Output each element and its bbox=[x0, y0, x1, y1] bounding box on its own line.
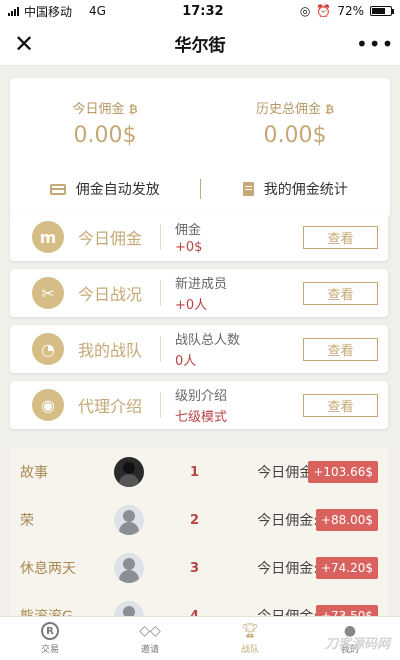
feature-info-value: 0人 bbox=[175, 354, 197, 369]
commission-badge: +103.66$ bbox=[308, 461, 378, 483]
trophy-icon: 🏆︎ bbox=[241, 623, 259, 639]
rank-number: 2 bbox=[190, 512, 200, 528]
view-button[interactable]: 查看 bbox=[303, 281, 378, 305]
battery-fill bbox=[371, 8, 385, 14]
tab-label: 交易 bbox=[40, 645, 59, 655]
commission-badge: +74.20$ bbox=[315, 557, 378, 579]
feature-info-value: 七级模式 bbox=[175, 410, 228, 425]
view-button[interactable]: 查看 bbox=[303, 225, 378, 249]
tab-label: 邀请 bbox=[140, 645, 159, 655]
history-commission-header: 历史总佣金 ₿ bbox=[200, 98, 390, 117]
commission-label: 今日佣金: bbox=[257, 513, 318, 529]
feature-info-label: 佣金 bbox=[175, 223, 202, 238]
list-item[interactable]: 故事 1 今日佣金: +103.66$ bbox=[10, 448, 388, 496]
rank-number: 3 bbox=[190, 560, 200, 576]
commission-badge: +88.00$ bbox=[315, 509, 378, 531]
divider bbox=[160, 336, 161, 362]
feature-title: 代理介绍 bbox=[78, 397, 143, 416]
today-commission-header: 今日佣金 ₿ bbox=[10, 98, 200, 117]
member-name: 荣 bbox=[20, 513, 34, 529]
close-icon[interactable]: ✕ bbox=[14, 30, 44, 58]
carrier-name: 中国移动 bbox=[24, 4, 73, 19]
tab-invite[interactable]: ◇◇ 邀请 bbox=[100, 617, 200, 660]
view-button[interactable]: 查看 bbox=[303, 337, 378, 361]
commission-label: 今日佣金: bbox=[257, 561, 318, 577]
auto-payout-label: 佣金自动发放 bbox=[75, 182, 160, 198]
history-commission-value: 0.00$ bbox=[263, 123, 327, 148]
pie-chart-icon: ◔ bbox=[32, 333, 64, 365]
orientation-lock-icon: ◎ bbox=[299, 4, 311, 18]
feature-title: 今日佣金 bbox=[78, 229, 143, 248]
view-button[interactable]: 查看 bbox=[303, 393, 378, 417]
rank-number: 1 bbox=[190, 464, 200, 480]
commission-summary-card: 今日佣金 ₿ 0.00$ 历史总佣金 ₿ 0.00$ 佣金自动发放 我的佣金统计 bbox=[10, 78, 390, 218]
status-time: 17:32 bbox=[182, 3, 224, 19]
list-item[interactable]: 休息两天 3 今日佣金: +74.20$ bbox=[10, 544, 388, 592]
divider bbox=[160, 224, 161, 250]
commission-m-icon: m bbox=[32, 221, 64, 253]
avatar bbox=[114, 457, 144, 487]
today-commission-block: 今日佣金 ₿ 0.00$ bbox=[10, 78, 200, 160]
feature-title: 我的战队 bbox=[78, 341, 143, 360]
feature-card-my-team: ◔ 我的战队 战队总人数 0人 查看 bbox=[10, 325, 388, 373]
feature-info: 佣金 +0$ bbox=[175, 219, 273, 255]
feature-info-label: 级别介绍 bbox=[175, 389, 228, 404]
list-item[interactable]: 熊滚滚G.. 4 今日佣金: +73.50$ bbox=[10, 592, 388, 618]
link-icon: ◇◇ bbox=[139, 623, 161, 639]
feature-info-label: 新进成员 bbox=[175, 277, 228, 292]
battery-percent: 72% bbox=[337, 4, 364, 18]
divider bbox=[160, 392, 161, 418]
network-type: 4G bbox=[89, 4, 106, 18]
document-icon bbox=[242, 182, 254, 196]
registered-icon: R bbox=[41, 622, 59, 640]
commission-stats-label: 我的佣金统计 bbox=[263, 182, 348, 198]
summary-top: 今日佣金 ₿ 0.00$ 历史总佣金 ₿ 0.00$ bbox=[10, 78, 390, 160]
page-title: 华尔街 bbox=[174, 36, 226, 56]
tab-team[interactable]: 🏆︎ 战队 bbox=[200, 617, 300, 660]
globe-icon: ◉ bbox=[32, 389, 64, 421]
auto-payout-link[interactable]: 佣金自动发放 bbox=[10, 179, 200, 199]
feature-card-today-battle: ✂ 今日战况 新进成员 +0人 查看 bbox=[10, 269, 388, 317]
bitcoin-icon: ₿ bbox=[325, 103, 335, 116]
avatar bbox=[114, 505, 144, 535]
feature-info: 级别介绍 七级模式 bbox=[175, 385, 273, 425]
credit-card-icon bbox=[49, 183, 66, 195]
feature-info: 新进成员 +0人 bbox=[175, 273, 273, 313]
tab-trade[interactable]: R 交易 bbox=[0, 617, 100, 660]
tab-label: 战队 bbox=[240, 645, 259, 655]
status-right: ◎ ⏰ 72% bbox=[299, 4, 394, 18]
feature-card-agent-intro: ◉ 代理介绍 级别介绍 七级模式 查看 bbox=[10, 381, 388, 429]
today-commission-label: 今日佣金 bbox=[72, 102, 125, 117]
feature-title: 今日战况 bbox=[78, 285, 143, 304]
battery-icon bbox=[369, 6, 394, 16]
watermark: 刀客源码网 bbox=[324, 637, 390, 652]
commission-stats-link[interactable]: 我的佣金统计 bbox=[201, 179, 391, 199]
list-item[interactable]: 荣 2 今日佣金: +88.00$ bbox=[10, 496, 388, 544]
history-commission-label: 历史总佣金 bbox=[255, 102, 321, 117]
feature-info-label: 战队总人数 bbox=[175, 333, 241, 348]
feature-info-value: +0$ bbox=[175, 240, 203, 255]
divider bbox=[160, 280, 161, 306]
tools-icon: ✂ bbox=[32, 277, 64, 309]
signal-icon bbox=[8, 6, 19, 16]
history-commission-block: 历史总佣金 ₿ 0.00$ bbox=[200, 78, 390, 160]
summary-links: 佣金自动发放 我的佣金统计 bbox=[10, 160, 390, 218]
nav-bar: ✕ 华尔街 ••• bbox=[0, 22, 400, 66]
more-icon[interactable]: ••• bbox=[356, 32, 393, 56]
avatar bbox=[114, 553, 144, 583]
member-name: 故事 bbox=[20, 465, 48, 481]
feature-info-value: +0人 bbox=[175, 298, 208, 313]
status-left: 中国移动 4G bbox=[8, 3, 106, 20]
feature-card-today-commission: m 今日佣金 佣金 +0$ 查看 bbox=[10, 213, 388, 261]
member-name: 休息两天 bbox=[20, 561, 76, 577]
bitcoin-icon: ₿ bbox=[128, 103, 138, 116]
feature-info: 战队总人数 0人 bbox=[175, 329, 273, 369]
status-bar: 中国移动 4G 17:32 ◎ ⏰ 72% bbox=[0, 0, 400, 22]
alarm-icon: ⏰ bbox=[316, 4, 332, 18]
today-commission-value: 0.00$ bbox=[73, 123, 137, 148]
ranking-list: 故事 1 今日佣金: +103.66$ 荣 2 今日佣金: +88.00$ 休息… bbox=[10, 448, 388, 618]
